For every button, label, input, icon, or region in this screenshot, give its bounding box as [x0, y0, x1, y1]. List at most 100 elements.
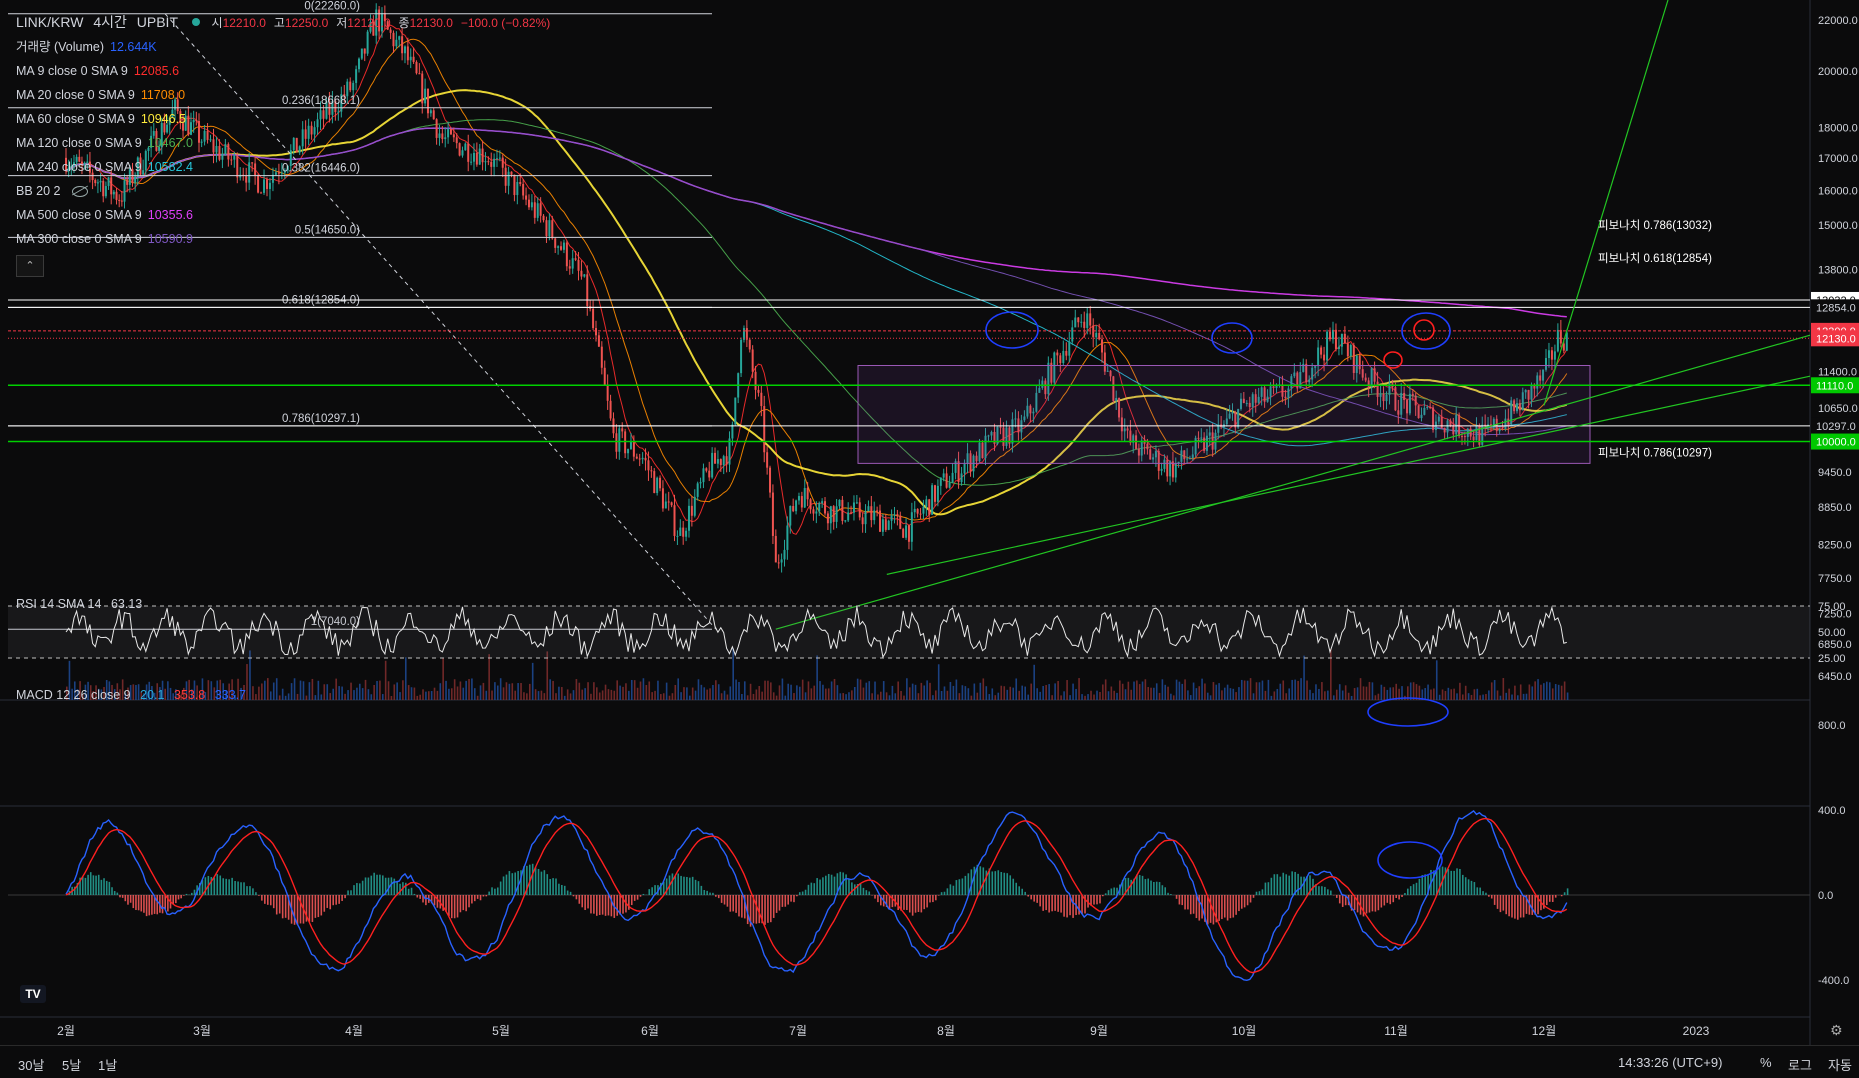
candle-body: [946, 473, 948, 487]
log-toggle[interactable]: 로그: [1788, 1055, 1812, 1074]
ohlc-open: 12210.0: [223, 16, 266, 30]
macd-histogram-bar: [813, 883, 815, 895]
interval-label[interactable]: 4시간: [93, 14, 127, 30]
collapse-legend-button[interactable]: ⌃: [16, 255, 44, 277]
macd-label[interactable]: MACD 12 26 close 9: [16, 688, 131, 702]
macd-histogram-bar: [701, 886, 703, 895]
volume-bar: [1491, 682, 1493, 700]
candle-body: [685, 531, 687, 537]
price-axis-tick: 7750.0: [1818, 573, 1852, 585]
rsi-axis-tick: 50.00: [1818, 627, 1846, 639]
legend-row-8[interactable]: MA 300 close 0 SMA 910590.9: [16, 227, 550, 251]
volume-bar: [1012, 688, 1014, 700]
gear-icon[interactable]: ⚙: [1830, 1022, 1843, 1039]
volume-bar: [1142, 682, 1144, 700]
volume-bar: [297, 694, 299, 700]
volume-bar: [1345, 685, 1347, 700]
legend-row-4[interactable]: MA 120 close 0 SMA 910467.0: [16, 131, 550, 155]
time-axis-tick: 8월: [937, 1024, 955, 1038]
candle-body: [908, 525, 910, 541]
volume-bar: [1503, 678, 1505, 700]
candle-body: [676, 536, 678, 537]
volume-bar: [388, 681, 390, 700]
legend-row-0[interactable]: 거래량 (Volume)12.644K: [16, 35, 550, 59]
volume-bar: [1389, 687, 1391, 700]
macd-histogram-bar: [845, 874, 847, 895]
clock-timezone[interactable]: 14:33:26 (UTC+9): [1618, 1055, 1722, 1070]
symbol-name[interactable]: LINK/KRW: [16, 14, 83, 30]
candle-body: [891, 515, 893, 520]
macd-histogram-bar: [965, 876, 967, 895]
volume-bar: [953, 686, 955, 700]
volume-bar: [988, 694, 990, 700]
macd-histogram-bar: [1531, 895, 1533, 915]
volume-bar: [356, 688, 358, 700]
volume-bar: [648, 681, 650, 700]
volume-bar: [1024, 687, 1026, 700]
candle-body: [964, 464, 966, 474]
volume-bar: [1445, 691, 1447, 700]
volume-bar: [1482, 695, 1484, 700]
macd-histogram-bar: [947, 888, 949, 895]
macd-histogram-bar: [103, 878, 105, 895]
ohlc-close-label: 종: [399, 16, 410, 30]
tradingview-logo[interactable]: TV: [20, 985, 46, 1003]
candle-body: [717, 459, 719, 464]
price-axis-tick: 18000.0: [1818, 122, 1858, 134]
legend-row-1[interactable]: MA 9 close 0 SMA 912085.6: [16, 59, 550, 83]
legend-row-7[interactable]: MA 500 close 0 SMA 910355.6: [16, 203, 550, 227]
macd-histogram-bar: [335, 895, 337, 905]
macd-histogram-bar: [596, 895, 598, 916]
volume-bar: [1546, 682, 1548, 700]
macd-histogram-bar: [101, 880, 103, 895]
volume-bar: [1072, 684, 1074, 700]
macd-histogram-bar: [1198, 895, 1200, 921]
volume-bar: [1060, 695, 1062, 700]
auto-toggle[interactable]: 자동: [1828, 1055, 1852, 1074]
rsi-label[interactable]: RSI 14 SMA 14: [16, 597, 101, 611]
macd-histogram-bar: [500, 882, 502, 895]
candle-body: [1098, 333, 1100, 339]
candle-body: [1056, 353, 1058, 356]
ohlc-low-label: 저: [336, 16, 347, 30]
volume-bar: [564, 696, 566, 700]
macd-histogram-bar: [1389, 895, 1391, 904]
macd-histogram-bar: [1051, 895, 1053, 911]
candle-body: [572, 258, 574, 268]
macd-histogram-bar: [1179, 895, 1181, 904]
macd-histogram-bar: [350, 890, 352, 895]
legend-row-6[interactable]: BB 20 2: [16, 179, 550, 203]
macd-histogram-bar: [863, 888, 865, 895]
candle-body: [766, 452, 768, 467]
volume-bar: [1170, 694, 1172, 700]
volume-bar: [1164, 685, 1166, 700]
hidden-eye-icon[interactable]: [72, 186, 88, 197]
macd-histogram-bar: [1181, 895, 1183, 905]
legend-row-2[interactable]: MA 20 close 0 SMA 911708.0: [16, 83, 550, 107]
range-30d-button[interactable]: 30날: [18, 1055, 44, 1074]
legend-row-5[interactable]: MA 240 close 0 SMA 910582.4: [16, 155, 550, 179]
price-axis-tick: 17000.0: [1818, 153, 1858, 165]
legend-row-3[interactable]: MA 60 close 0 SMA 910946.5: [16, 107, 550, 131]
macd-histogram-bar: [573, 895, 575, 896]
candle-body: [1175, 463, 1177, 477]
volume-bar: [321, 694, 323, 700]
range-5d-button[interactable]: 5날: [62, 1055, 81, 1074]
volume-bar: [282, 689, 284, 700]
ohlc-low: 12120.0: [347, 16, 390, 30]
macd-histogram-bar: [1424, 874, 1426, 895]
macd-histogram-bar: [860, 884, 862, 895]
volume-bar: [1238, 687, 1240, 700]
price-axis-tick: 6850.0: [1818, 639, 1852, 651]
candle-body: [554, 238, 556, 247]
range-1d-button[interactable]: 1날: [98, 1055, 117, 1074]
volume-bar: [767, 681, 769, 700]
macd-histogram-bar: [465, 895, 467, 911]
candle-body: [937, 486, 939, 502]
candle-body: [711, 453, 713, 478]
macd-histogram-bar: [344, 895, 346, 898]
volume-bar: [1221, 690, 1223, 700]
candle-body: [914, 509, 916, 512]
percent-toggle[interactable]: %: [1760, 1055, 1772, 1070]
macd-histogram-bar: [1282, 873, 1284, 895]
